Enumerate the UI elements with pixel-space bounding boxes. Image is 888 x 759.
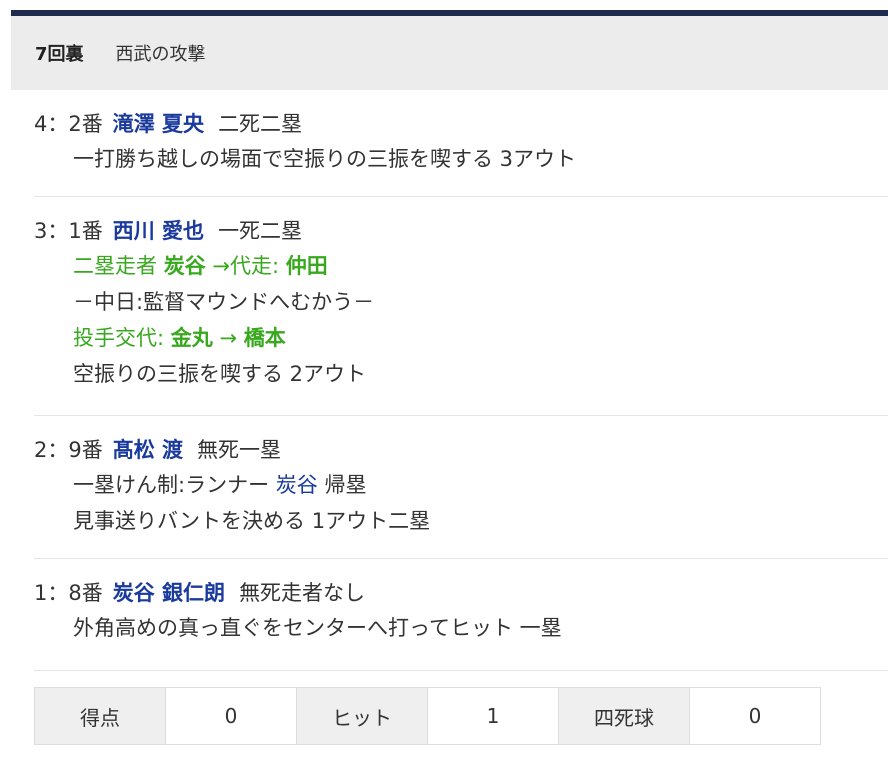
inning-label: 7回裏: [35, 44, 84, 65]
play-number: 2：: [34, 438, 69, 462]
summary-row: 得点 0 ヒット 1 四死球 0: [34, 687, 821, 745]
play-result: 空振りの三振を喫する 2アウト: [73, 362, 367, 386]
base-situation: 二死二塁: [218, 112, 303, 136]
team-attack-label: 西武の攻撃: [115, 44, 206, 65]
batting-order: 1番: [68, 219, 103, 243]
hits-label: ヒット: [296, 687, 428, 745]
substitute-player: 橋本: [243, 326, 286, 350]
batter-link[interactable]: 西川 愛也: [113, 219, 204, 243]
substitution-arrow: →: [219, 326, 238, 350]
play-item: 4：2番 滝澤 夏央 二死二塁 一打勝ち越しの場面で空振りの三振を喫する 3アウト: [34, 90, 888, 197]
walks-value: 0: [689, 687, 821, 745]
play-result: 外角高めの真っ直ぐをセンターへ打ってヒット 一塁: [73, 616, 562, 640]
runner-link[interactable]: 炭谷: [276, 473, 318, 497]
substitution-label: 二塁走者: [73, 254, 157, 278]
pickoff-outcome: 帰塁: [324, 473, 367, 497]
substitute-player: 仲田: [285, 254, 328, 278]
play-result: 見事送りバントを決める 1アウト二塁: [73, 509, 431, 533]
base-situation: 一死二塁: [218, 219, 303, 243]
batting-order: 9番: [68, 438, 103, 462]
play-header: 1：8番 炭谷 銀仁朗 無死走者なし: [34, 576, 888, 610]
runs-label: 得点: [34, 687, 166, 745]
substitution-label: 投手交代:: [73, 326, 165, 350]
play-header: 4：2番 滝澤 夏央 二死二塁: [34, 107, 888, 141]
play-number: 1：: [34, 581, 69, 605]
pitcher-substitution: 投手交代: 金丸 → 橋本: [34, 320, 888, 356]
play-item: 1：8番 炭谷 銀仁朗 無死走者なし 外角高めの真っ直ぐをセンターへ打ってヒット 一…: [34, 559, 888, 671]
walks-label: 四死球: [558, 687, 690, 745]
play-item: 3：1番 西川 愛也 一死二塁 二塁走者 炭谷 →代走: 仲田 －中日:監督マウンド…: [34, 197, 888, 416]
inning-header: 7回裏 西武の攻撃: [11, 16, 888, 90]
base-situation: 無死走者なし: [239, 581, 366, 605]
substituted-player: 炭谷: [163, 254, 206, 278]
batter-link[interactable]: 髙松 渡: [113, 438, 183, 462]
pickoff-text: 一塁けん制:ランナー: [73, 473, 270, 497]
play-header: 3：1番 西川 愛也 一死二塁: [34, 214, 888, 248]
play-header: 2：9番 髙松 渡無死一塁: [34, 433, 888, 467]
play-number: 4：: [34, 112, 69, 136]
play-item: 2：9番 髙松 渡無死一塁 一塁けん制:ランナー 炭谷 帰塁 見事送りバントを決め…: [34, 416, 888, 559]
runs-value: 0: [165, 687, 297, 745]
play-note: －中日:監督マウンドへむかう－: [73, 290, 375, 314]
pinch-runner-substitution: 二塁走者 炭谷 →代走: 仲田: [34, 248, 888, 284]
batting-order: 2番: [68, 112, 103, 136]
play-number: 3：: [34, 219, 69, 243]
substituted-player: 金丸: [170, 326, 213, 350]
substitution-arrow: →代走:: [212, 254, 280, 278]
batting-order: 8番: [68, 581, 103, 605]
play-result: 一打勝ち越しの場面で空振りの三振を喫する 3アウト: [73, 147, 577, 171]
batter-link[interactable]: 炭谷 銀仁朗: [113, 581, 225, 605]
inning-summary-table: 得点 0 ヒット 1 四死球 0: [34, 687, 821, 745]
play-list: 4：2番 滝澤 夏央 二死二塁 一打勝ち越しの場面で空振りの三振を喫する 3アウト …: [34, 90, 888, 671]
pickoff-detail: 一塁けん制:ランナー 炭谷 帰塁: [34, 467, 888, 503]
base-situation: 無死一塁: [197, 438, 282, 462]
hits-value: 1: [427, 687, 559, 745]
batter-link[interactable]: 滝澤 夏央: [113, 112, 204, 136]
